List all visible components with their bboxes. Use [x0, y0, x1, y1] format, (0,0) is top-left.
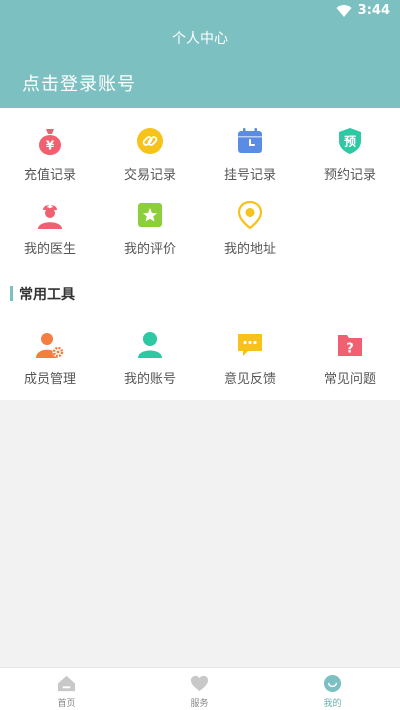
tab-service[interactable]: 服务	[133, 668, 266, 710]
doctor-icon	[38, 204, 62, 229]
page-title: 个人中心	[172, 31, 228, 47]
tool-label: 成员管理	[23, 372, 76, 387]
star-icon	[138, 203, 162, 227]
tool-label: 我的账号	[123, 372, 176, 387]
menu-my-address[interactable]: 我的地址	[200, 196, 300, 262]
wifi-icon	[336, 5, 352, 18]
menu-my-doctor[interactable]: 我的医生	[0, 196, 100, 262]
calendar-icon	[238, 128, 262, 153]
money-bag-icon: ¥	[39, 129, 61, 155]
svg-text:¥: ¥	[46, 139, 55, 153]
menu-label: 充值记录	[23, 168, 76, 183]
menu-label: 我的地址	[223, 242, 276, 257]
menu-label: 预约记录	[323, 168, 376, 183]
menu-label: 我的评价	[123, 242, 176, 257]
tab-mine[interactable]: 我的	[266, 668, 399, 710]
tab-label: 服务	[190, 699, 209, 709]
tab-label: 我的	[323, 699, 342, 709]
link-icon	[137, 128, 163, 154]
tool-faq[interactable]: ? 常见问题	[300, 326, 400, 392]
tab-home[interactable]: 首页	[0, 668, 133, 710]
smile-icon	[323, 674, 342, 693]
home-icon	[57, 675, 76, 692]
menu-panel: ¥ 充值记录 交易记录 挂号记录 预 预约记录 我的医生 我的评价 我的地址 常…	[0, 108, 400, 400]
shield-icon: 预	[339, 128, 361, 154]
user-icon	[138, 332, 162, 358]
location-pin-icon	[237, 200, 263, 230]
menu-recharge-records[interactable]: ¥ 充值记录	[0, 122, 100, 188]
section-accent-bar	[10, 286, 13, 301]
status-bar: 3:44	[0, 0, 400, 22]
user-settings-icon	[36, 333, 64, 358]
menu-label: 交易记录	[123, 168, 176, 183]
tool-my-account[interactable]: 我的账号	[100, 326, 200, 392]
menu-label: 挂号记录	[223, 168, 276, 183]
menu-registration-records[interactable]: 挂号记录	[200, 122, 300, 188]
chat-icon	[238, 334, 262, 356]
tab-label: 首页	[57, 699, 76, 709]
login-link[interactable]: 点击登录账号	[22, 70, 136, 96]
tool-member-management[interactable]: 成员管理	[0, 326, 100, 392]
status-time: 3:44	[357, 3, 390, 18]
tool-feedback[interactable]: 意见反馈	[200, 326, 300, 392]
section-title: 常用工具	[19, 287, 75, 303]
help-folder-icon: ?	[338, 335, 362, 357]
tool-label: 意见反馈	[223, 372, 276, 387]
menu-my-reviews[interactable]: 我的评价	[100, 196, 200, 262]
bottom-tab-bar: 首页 服务 我的	[0, 667, 400, 710]
svg-text:?: ?	[346, 342, 354, 357]
heart-icon	[190, 675, 209, 692]
menu-appointment-records[interactable]: 预 预约记录	[300, 122, 400, 188]
shield-badge-text: 预	[344, 135, 356, 149]
menu-label: 我的医生	[23, 242, 76, 257]
tool-label: 常见问题	[323, 372, 376, 387]
header: 3:44 个人中心 点击登录账号	[0, 0, 400, 108]
menu-transaction-records[interactable]: 交易记录	[100, 122, 200, 188]
